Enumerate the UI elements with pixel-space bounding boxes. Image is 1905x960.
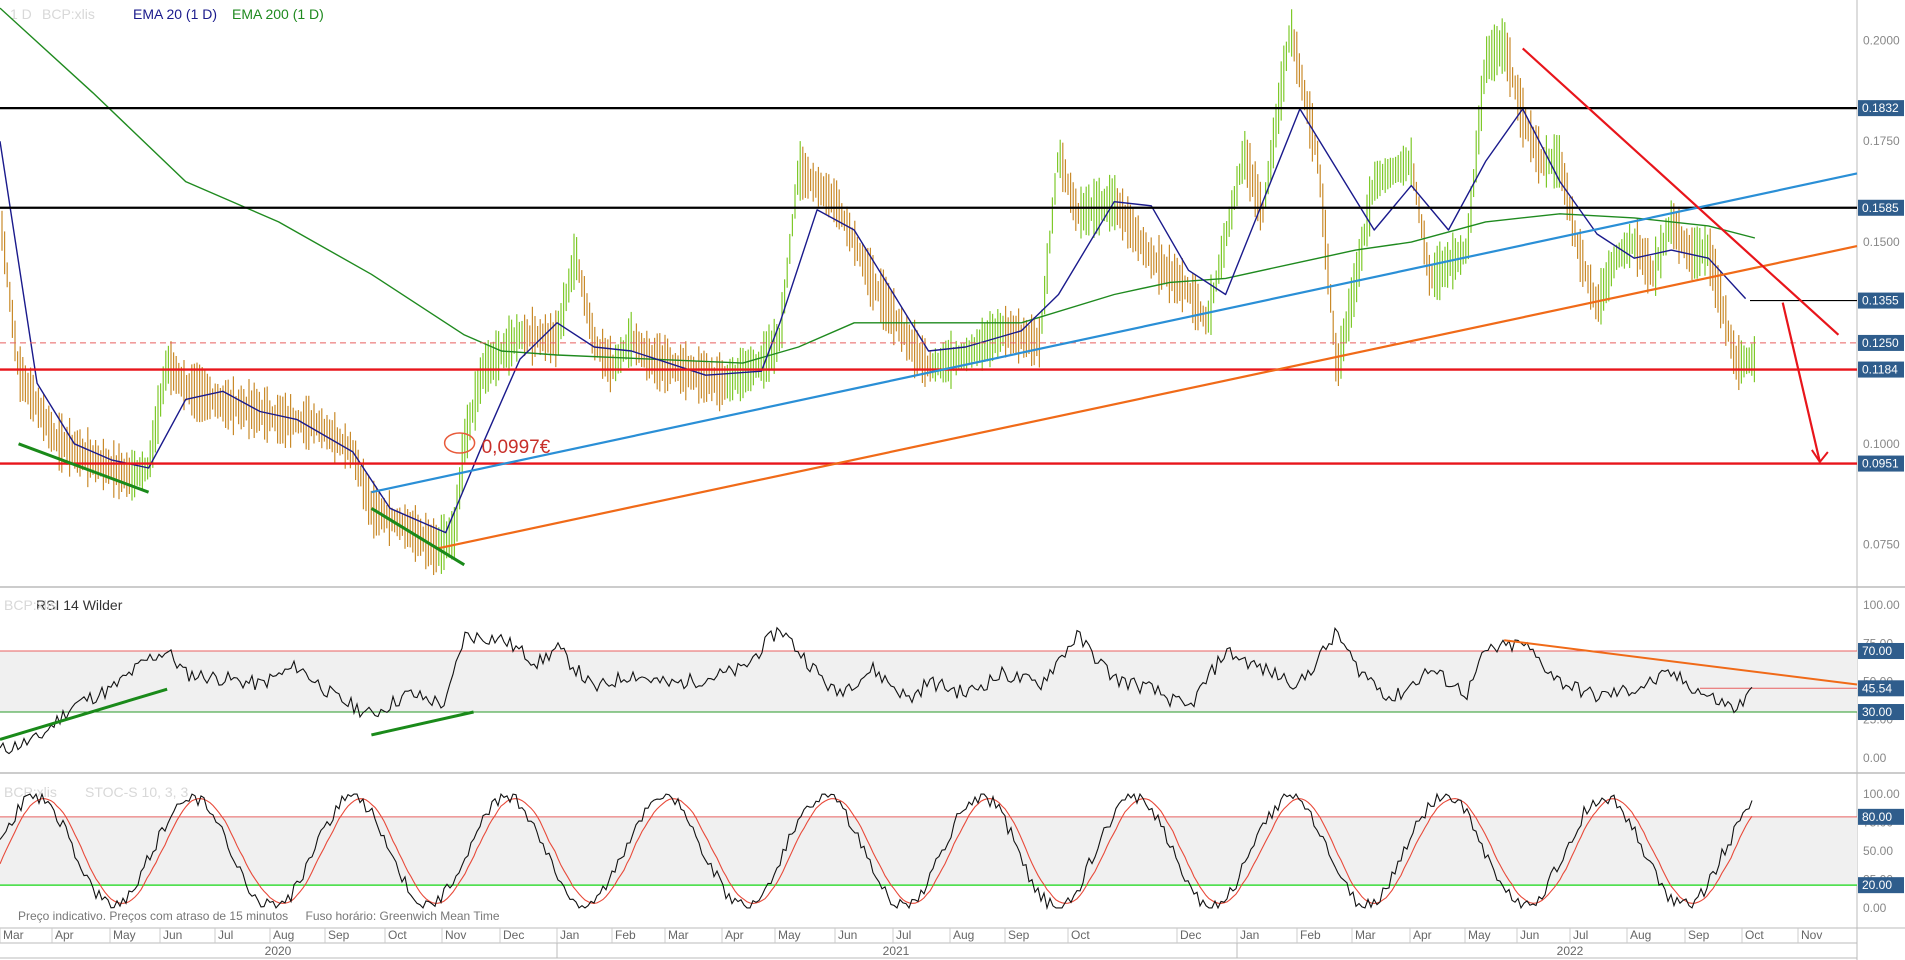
x-tick-label: Nov — [445, 928, 466, 942]
ema20-line — [0, 108, 1747, 534]
rsi-tick-label: 100.00 — [1863, 598, 1900, 612]
stoch-tick-label: 50.00 — [1863, 844, 1893, 858]
rsi-current-label: 45.54 — [1862, 681, 1892, 695]
x-tick-label: May — [778, 928, 801, 942]
annotation-circle — [443, 432, 476, 454]
x-tick-label: Apr — [1413, 928, 1432, 942]
price-tick-label: 0.1500 — [1863, 235, 1900, 249]
x-tick-label: Jan — [1240, 928, 1259, 942]
x-tick-label: Jul — [1573, 928, 1588, 942]
stoch-symbol: BCP:xlis — [4, 784, 57, 800]
x-tick-label: Aug — [1630, 928, 1651, 942]
stoch-level-label: 80.00 — [1862, 810, 1892, 824]
ema20-legend: EMA 20 (1 D) — [133, 6, 217, 22]
level-label: 0.1355 — [1862, 294, 1899, 308]
forecast-arrow-head — [1811, 449, 1829, 464]
trend-line-red — [1522, 47, 1840, 336]
stoch-panel: STOC-S 10, 3, 3BCP:xlis100.0075.0050.002… — [0, 784, 1904, 915]
x-tick-label: Oct — [1745, 928, 1764, 942]
rsi-level-label: 30.00 — [1862, 705, 1892, 719]
year-label: 2021 — [883, 944, 910, 958]
timezone-note: Fuso horário: Greenwich Mean Time — [305, 909, 500, 923]
x-tick-label: Dec — [1180, 928, 1201, 942]
price-bars — [1, 9, 1756, 576]
trend-line-orange — [436, 245, 1858, 550]
stoch-tick-label: 100.00 — [1863, 787, 1900, 801]
year-label: 2022 — [1557, 944, 1584, 958]
x-tick-label: Oct — [1071, 928, 1090, 942]
x-tick-label: Feb — [615, 928, 636, 942]
delay-note: Preço indicativo. Preços com atraso de 1… — [18, 909, 289, 923]
level-label: 0.1585 — [1862, 201, 1899, 215]
price-legend: 1 D BCP:xlis EMA 20 (1 D) EMA 200 (1 D) — [10, 6, 324, 22]
level-label: 0.1832 — [1862, 101, 1899, 115]
stoch-tick-label: 0.00 — [1863, 901, 1887, 915]
x-tick-label: May — [113, 928, 136, 942]
x-tick-label: Jun — [1520, 928, 1539, 942]
x-tick-label: Dec — [503, 928, 524, 942]
stoch-level-label: 20.00 — [1862, 878, 1892, 892]
level-label: 0.1184 — [1862, 363, 1898, 377]
x-tick-label: Jul — [218, 928, 233, 942]
price-panel: 1 D BCP:xlis EMA 20 (1 D) EMA 200 (1 D)0.20… — [0, 6, 1904, 576]
ema200-legend: EMA 200 (1 D) — [232, 6, 324, 22]
x-tick-label: Sep — [1688, 928, 1710, 942]
price-tick-label: 0.0750 — [1863, 538, 1900, 552]
rsi-tick-label: 0.00 — [1863, 751, 1887, 765]
x-tick-label: Apr — [55, 928, 74, 942]
forecast-arrow — [1781, 302, 1821, 463]
x-tick-label: Feb — [1300, 928, 1321, 942]
year-label: 2020 — [265, 944, 292, 958]
rsi-level-label: 70.00 — [1862, 644, 1892, 658]
level-label: 0.0951 — [1862, 457, 1899, 471]
x-tick-label: Mar — [3, 928, 24, 942]
chart-canvas: 1 D BCP:xlis EMA 20 (1 D) EMA 200 (1 D)0.20… — [0, 0, 1905, 960]
x-tick-label: Sep — [1008, 928, 1030, 942]
x-tick-label: Mar — [668, 928, 689, 942]
x-tick-label: Nov — [1801, 928, 1822, 942]
rsi-symbol: BCP:xlis — [4, 597, 57, 613]
x-tick-label: Jun — [163, 928, 182, 942]
x-tick-label: Aug — [273, 928, 294, 942]
symbol-label: BCP:xlis — [42, 6, 95, 22]
annotation-label: 0,0997€ — [482, 437, 551, 458]
stoch-band — [0, 816, 1857, 886]
stoch-title: STOC-S 10, 3, 3 — [85, 784, 188, 800]
x-tick-label: May — [1468, 928, 1491, 942]
x-axis: Mar Apr May Jun Jul Aug Sep Oct Nov Dec Jan Feb Mar A… — [0, 927, 1905, 959]
level-label: 0.1250 — [1862, 336, 1899, 350]
x-tick-label: Jan — [560, 928, 579, 942]
x-tick-label: Sep — [328, 928, 350, 942]
x-tick-label: Apr — [725, 928, 744, 942]
rsi-panel: RSI 14 WilderBCP:xlis100.0075.0050.0025.… — [0, 597, 1904, 765]
x-tick-label: Oct — [388, 928, 407, 942]
footer-notes: Preço indicativo. Preços com atraso de 1… — [18, 909, 514, 923]
x-tick-label: Aug — [953, 928, 974, 942]
x-tick-label: Mar — [1355, 928, 1376, 942]
x-tick-label: Jul — [896, 928, 911, 942]
rsi-trend-line-green — [371, 710, 474, 737]
price-tick-label: 0.1750 — [1863, 134, 1900, 148]
price-tick-label: 0.2000 — [1863, 33, 1900, 47]
x-tick-label: Jun — [838, 928, 857, 942]
price-tick-label: 0.1000 — [1863, 437, 1900, 451]
